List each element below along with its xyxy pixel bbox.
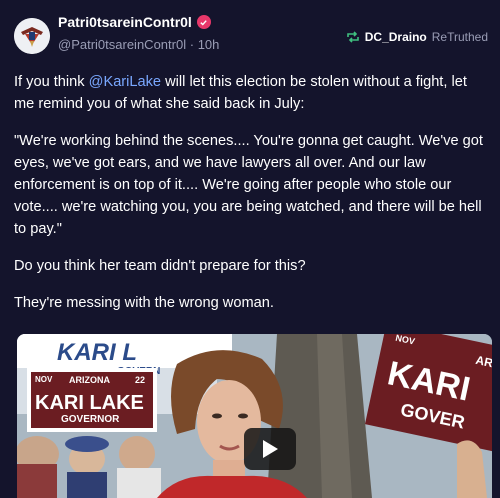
post-content: If you think @KariLake will let this ele… [14,71,490,329]
sign-left-name: KARI LAKE [35,392,144,414]
play-button[interactable] [244,428,296,470]
author-display-name[interactable]: Patri0tsareinContr0l [58,14,211,30]
post-paragraph-2: "We're working behind the scenes.... You… [14,133,483,237]
retruth-user[interactable]: DC_Draino [365,30,427,44]
retruth-label: ReTruthed [431,30,488,44]
display-name[interactable]: Patri0tsareinContr0l [58,14,192,30]
separator: · [189,37,195,52]
post-paragraph-3: Do you think her team didn't prepare for… [14,258,306,274]
banner-text: KARI L [57,339,137,366]
video-frame: KARI L GOVERN NOV ARIZONA 22 KARI LAKE G… [17,334,492,498]
sign-left-role: GOVERNOR [61,414,120,425]
mention-link[interactable]: @KariLake [89,74,161,90]
retruth-indicator[interactable]: DC_Draino ReTruthed [346,30,488,44]
post-paragraph-4: They're messing with the wrong woman. [14,295,274,311]
sign-left-state: ARIZONA [69,375,110,385]
post-card: Patri0tsareinContr0l @Patri0tsareinContr… [0,0,500,498]
verified-badge-icon [196,15,211,29]
sign-left-day: 22 [135,375,145,385]
author-subline: @Patri0tsareinContr0l · 10h [58,37,219,52]
sign-left-top: NOV [35,375,53,384]
retruth-arrows-icon [346,31,359,43]
video-thumbnail[interactable]: KARI L GOVERN NOV ARIZONA 22 KARI LAKE G… [17,334,492,498]
avatar[interactable] [14,18,50,54]
handle[interactable]: @Patri0tsareinContr0l [58,37,186,52]
post-time[interactable]: 10h [198,37,220,52]
post-paragraph-1: If you think @KariLake will let this ele… [14,71,490,115]
play-icon [263,440,278,458]
text: If you think [14,74,89,90]
